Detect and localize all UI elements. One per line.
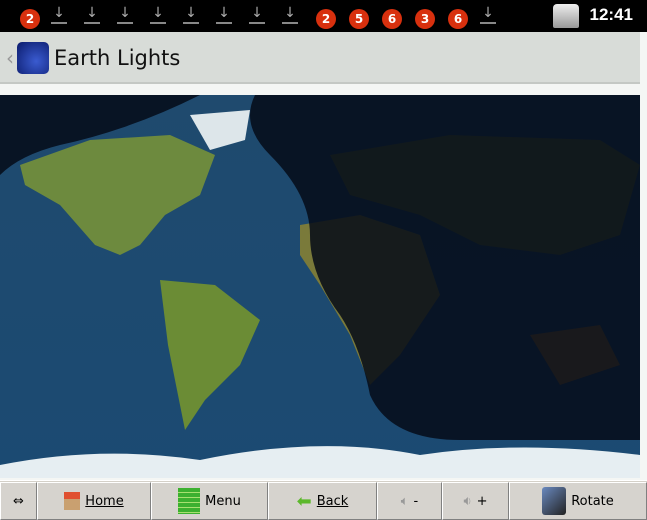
notification-badge[interactable]: 6 xyxy=(448,9,468,29)
page-title: Earth Lights xyxy=(54,46,181,70)
download-icon[interactable]: ↓ xyxy=(117,6,133,24)
download-icon[interactable]: ↓ xyxy=(216,6,232,24)
back-label: Back xyxy=(316,493,349,509)
up-chevron-icon[interactable]: ‹ xyxy=(6,46,14,70)
menu-icon xyxy=(178,488,201,514)
volume-down-label: - xyxy=(413,493,419,509)
volume-up-button[interactable]: 🔉︎ + xyxy=(442,482,509,520)
status-bar: 2 ↓ ↓ ↓ ↓ ↓ ↓ ↓ ↓ 2 5 6 3 6 ↓ 12:41 xyxy=(0,0,647,32)
clock: 12:41 xyxy=(589,5,633,24)
download-icon[interactable]: ↓ xyxy=(183,6,199,24)
volume-down-button[interactable]: 🔈︎ - xyxy=(377,482,442,520)
home-icon xyxy=(64,492,81,510)
rotate-label: Rotate xyxy=(571,493,614,509)
rotate-device-icon xyxy=(542,487,567,515)
action-bar: ‹ Earth Lights xyxy=(0,32,640,84)
notification-badge[interactable]: 6 xyxy=(382,9,402,29)
menu-label: Menu xyxy=(205,493,241,509)
download-icon[interactable]: ↓ xyxy=(282,6,298,24)
back-button[interactable]: ⬅ Back xyxy=(268,482,377,520)
home-label: Home xyxy=(85,493,124,509)
menu-button[interactable]: Menu xyxy=(151,482,268,520)
notification-badge[interactable]: 3 xyxy=(415,9,435,29)
download-icon[interactable]: ↓ xyxy=(84,6,100,24)
bottom-toolbar: ⇔ Home Menu ⬅ Back 🔈︎ - 🔉︎ + Rotate xyxy=(0,480,647,520)
volume-up-label: + xyxy=(476,493,488,509)
notification-badge[interactable]: 2 xyxy=(20,9,40,29)
download-icon[interactable]: ↓ xyxy=(51,6,67,24)
download-icon[interactable]: ↓ xyxy=(480,6,496,24)
download-icon[interactable]: ↓ xyxy=(249,6,265,24)
resize-icon: ⇔ xyxy=(13,493,24,509)
notification-badge[interactable]: 2 xyxy=(316,9,336,29)
earth-map[interactable] xyxy=(0,95,640,478)
download-icon[interactable]: ↓ xyxy=(150,6,166,24)
speaker-icon: 🔈︎ xyxy=(400,493,409,509)
speaker-icon: 🔉︎ xyxy=(463,493,472,509)
resize-button[interactable]: ⇔ xyxy=(0,482,37,520)
notification-badge[interactable]: 5 xyxy=(349,9,369,29)
home-button[interactable]: Home xyxy=(37,482,151,520)
rotate-button[interactable]: Rotate xyxy=(509,482,647,520)
usb-icon xyxy=(553,4,579,28)
back-arrow-icon: ⬅ xyxy=(296,490,312,512)
app-icon[interactable] xyxy=(17,42,49,74)
